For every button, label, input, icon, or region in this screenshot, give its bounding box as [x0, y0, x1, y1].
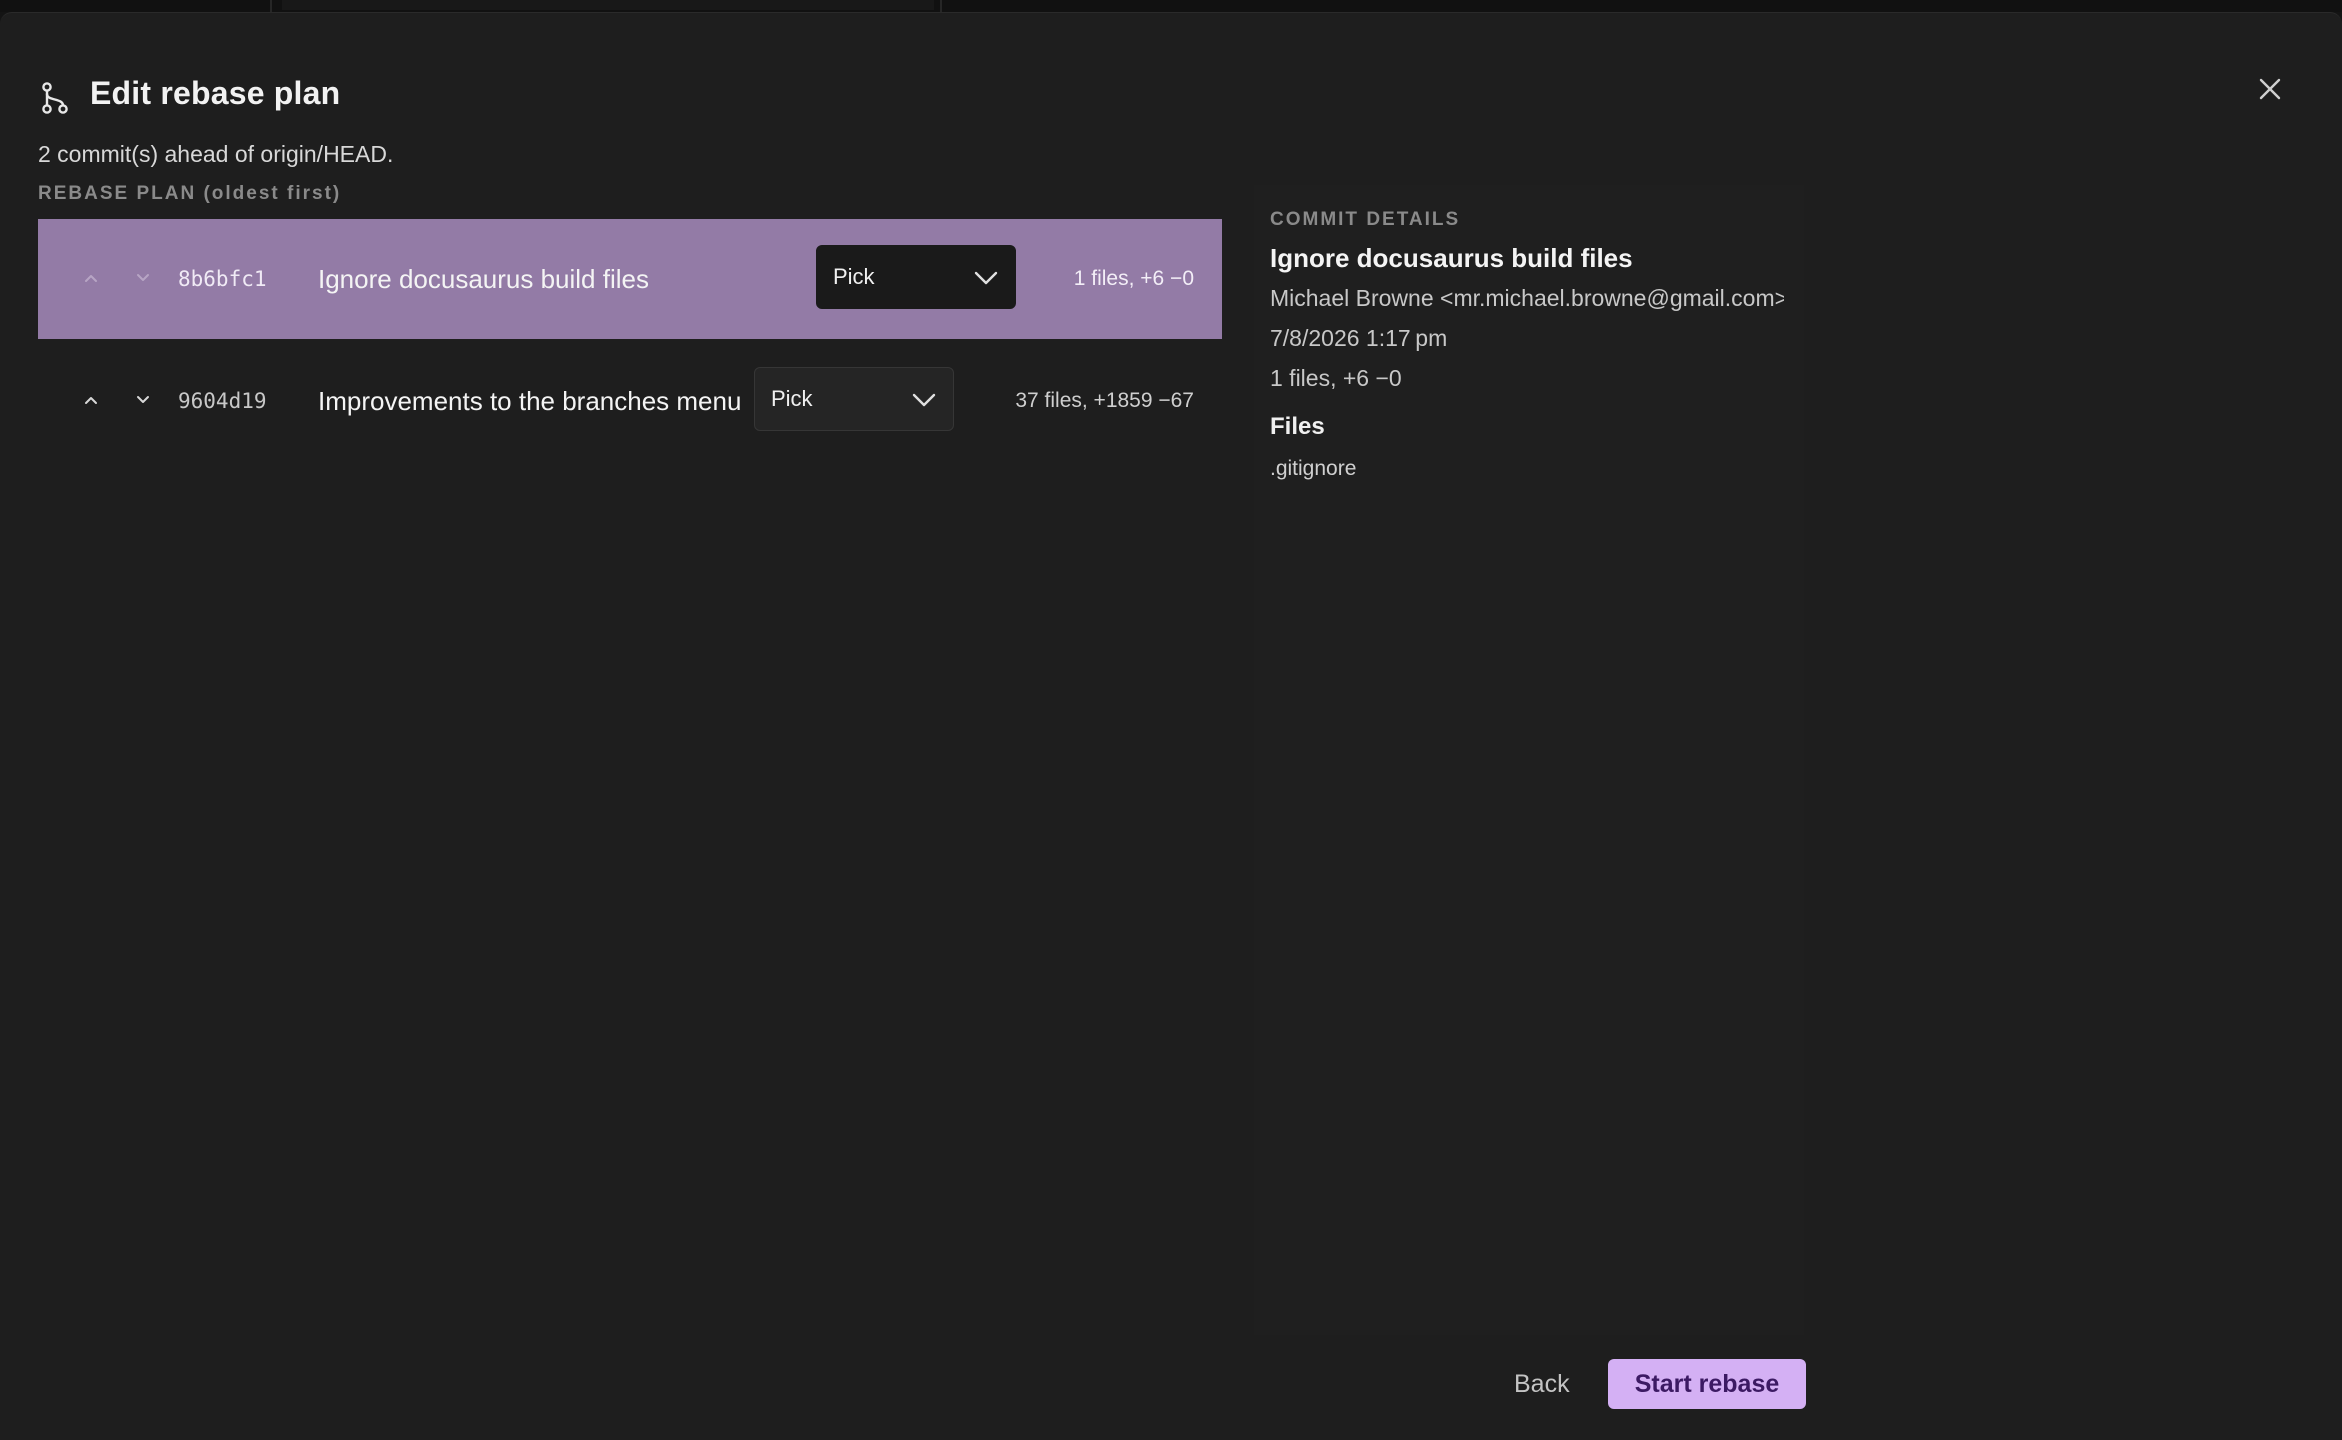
- dialog-title: Edit rebase plan: [90, 74, 341, 111]
- commit-action-select[interactable]: Pick: [754, 367, 954, 431]
- commit-stats: 1 files, +6 −0: [1073, 267, 1194, 290]
- commit-stats: 37 files, +1859 −67: [1015, 389, 1194, 412]
- commit-details-stats: 1 files, +6 −0: [1270, 365, 1402, 391]
- chevron-up-icon: [85, 397, 97, 404]
- chevron-down-icon: [137, 274, 149, 281]
- commit-action-value: Pick: [833, 264, 875, 289]
- commit-date: 7/8/2026 1:17 pm: [1270, 325, 1448, 351]
- commit-details-label: COMMIT DETAILS: [1270, 209, 1461, 230]
- commit-details-panel: COMMIT DETAILS Ignore docusaurus build f…: [1254, 185, 1804, 1335]
- commit-row[interactable]: 9604d19 Improvements to the branches men…: [38, 341, 1222, 461]
- chevron-down-icon: [912, 393, 936, 407]
- edit-rebase-dialog: Edit rebase plan 2 commit(s) ahead of or…: [0, 12, 2342, 1440]
- move-up-button[interactable]: [74, 383, 108, 417]
- back-button[interactable]: Back: [1490, 1359, 1594, 1409]
- commit-message: Improvements to the branches menu: [318, 386, 742, 416]
- commit-details-title: Ignore docusaurus build files: [1270, 243, 1633, 273]
- chevron-down-icon: [974, 271, 998, 285]
- commit-action-select[interactable]: Pick: [816, 245, 1016, 309]
- window-top-bar: [0, 0, 2342, 12]
- commit-sha: 8b6bfc1: [178, 267, 267, 291]
- close-button[interactable]: [2252, 73, 2288, 109]
- commit-author: Michael Browne <mr.michael.browne@gmail.…: [1270, 285, 1784, 311]
- commit-action-value: Pick: [771, 386, 813, 411]
- commits-ahead-text: 2 commit(s) ahead of origin/HEAD.: [38, 141, 394, 167]
- chevron-up-icon: [85, 275, 97, 282]
- move-down-button[interactable]: [126, 383, 160, 417]
- rebase-plan-label: REBASE PLAN (oldest first): [38, 183, 342, 204]
- move-down-button[interactable]: [126, 261, 160, 295]
- dialog-header: Edit rebase plan: [38, 63, 340, 123]
- top-bar-segment-inner: [282, 0, 934, 10]
- file-item[interactable]: .gitignore: [1270, 457, 1356, 481]
- dialog-footer: Back Start rebase: [1490, 1359, 1806, 1409]
- start-rebase-button[interactable]: Start rebase: [1608, 1359, 1806, 1409]
- files-heading: Files: [1270, 413, 1325, 440]
- close-icon: [2258, 77, 2282, 106]
- commit-message: Ignore docusaurus build files: [318, 264, 649, 294]
- rebase-plan-list: 8b6bfc1 Ignore docusaurus build files Pi…: [38, 219, 1222, 463]
- git-branch-icon: [38, 81, 72, 115]
- commit-row[interactable]: 8b6bfc1 Ignore docusaurus build files Pi…: [38, 219, 1222, 339]
- commit-sha: 9604d19: [178, 389, 267, 413]
- move-up-button[interactable]: [74, 261, 108, 295]
- chevron-down-icon: [137, 396, 149, 403]
